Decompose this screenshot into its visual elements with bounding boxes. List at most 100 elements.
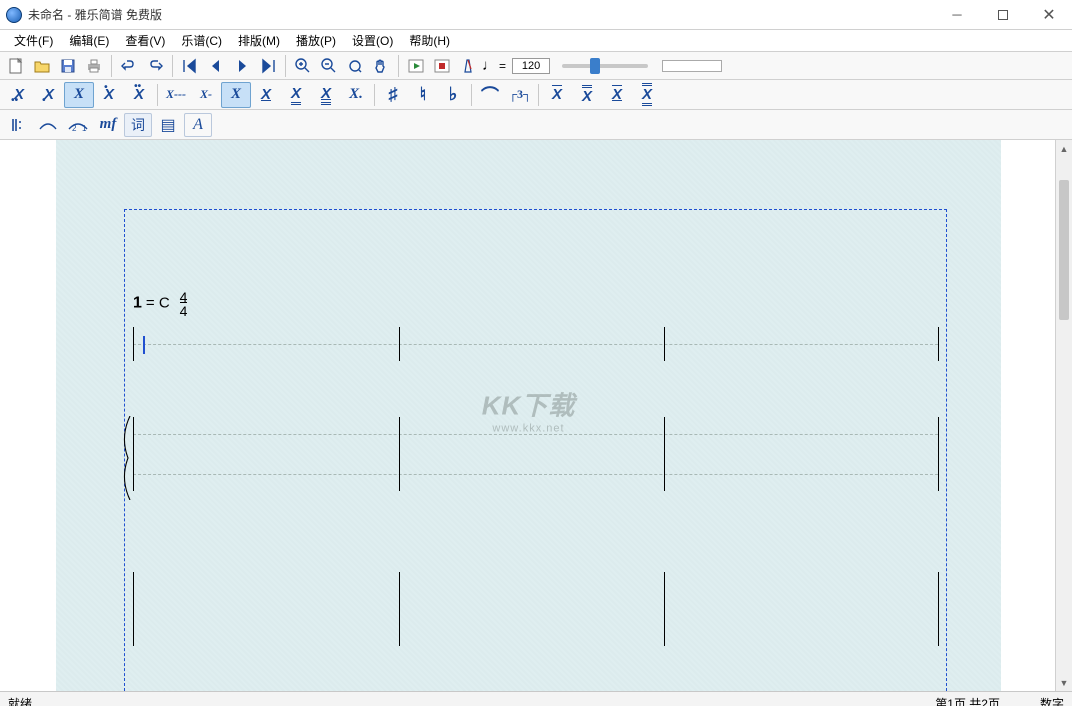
len-under3-button[interactable]: X: [311, 82, 341, 108]
toolbar-edit: 21 mf 词 ▤ A: [0, 110, 1072, 140]
text-block-button[interactable]: ▤: [154, 113, 182, 137]
menu-file[interactable]: 文件(F): [6, 30, 61, 51]
natural-button[interactable]: ♮: [408, 82, 438, 108]
menubar: 文件(F) 编辑(E) 查看(V) 乐谱(C) 排版(M) 播放(P) 设置(O…: [0, 30, 1072, 52]
tempo-slider-thumb[interactable]: [590, 58, 600, 74]
tie-button[interactable]: ⌒: [475, 82, 505, 108]
zoom-out-icon: [320, 57, 338, 75]
new-button[interactable]: [4, 54, 28, 78]
tempo-value-input[interactable]: 120: [512, 58, 550, 74]
dotted-button[interactable]: X.: [341, 82, 371, 108]
first-page-button[interactable]: [178, 54, 202, 78]
measure-row-1: [133, 324, 938, 374]
key-signature: 1 = C 44: [133, 290, 938, 318]
progress-indicator: [662, 60, 722, 72]
lyric-button[interactable]: 词: [124, 113, 152, 137]
zoom-fit-icon: [346, 57, 364, 75]
double-stack-button[interactable]: X: [602, 82, 632, 108]
score-canvas[interactable]: KK下载 www.kkx.net 1 = C 44: [56, 140, 1001, 691]
save-icon: [59, 57, 77, 75]
content-area: KK下载 www.kkx.net 1 = C 44: [0, 140, 1072, 691]
input-cursor: [143, 336, 145, 354]
toolbar-notation: X•• X• X X• X•• X--- X- X X X X X. ♯ ♮ ♭…: [0, 80, 1072, 110]
menu-layout[interactable]: 排版(M): [230, 30, 288, 51]
menu-help[interactable]: 帮助(H): [401, 30, 458, 51]
len-x-button[interactable]: X: [221, 82, 251, 108]
zoom-fit-button[interactable]: [343, 54, 367, 78]
multi-stack-button[interactable]: X: [632, 82, 662, 108]
measure-row-3: [133, 569, 938, 669]
play-icon: [407, 57, 425, 75]
slur-button[interactable]: [34, 113, 62, 137]
last-page-icon: [259, 57, 277, 75]
svg-text:1: 1: [82, 124, 87, 133]
last-page-button[interactable]: [256, 54, 280, 78]
menu-edit[interactable]: 编辑(E): [61, 30, 117, 51]
maximize-button[interactable]: [980, 0, 1026, 29]
text-a-button[interactable]: A: [184, 113, 212, 137]
triplet-button[interactable]: ┌3┐: [505, 82, 535, 108]
minimize-button[interactable]: ─: [934, 0, 980, 29]
window-title: 未命名 - 雅乐简谱 免费版: [28, 6, 162, 23]
pan-button[interactable]: [369, 54, 393, 78]
print-button[interactable]: [82, 54, 106, 78]
len-under2-button[interactable]: X: [281, 82, 311, 108]
grace-21-button[interactable]: 21: [64, 113, 92, 137]
new-file-icon: [7, 57, 25, 75]
grace-21-icon: 21: [67, 117, 89, 133]
undo-button[interactable]: [117, 54, 141, 78]
dur-sixteenth-button[interactable]: X••: [124, 82, 154, 108]
window-controls: ─ ✕: [934, 0, 1072, 29]
scroll-up-button[interactable]: ▲: [1056, 140, 1072, 157]
repeat-bar-icon: [9, 116, 27, 134]
hand-icon: [372, 57, 390, 75]
canvas-wrap: KK下载 www.kkx.net 1 = C 44: [0, 140, 1055, 691]
vertical-scrollbar[interactable]: ▲ ▼: [1055, 140, 1072, 691]
brace-icon: [120, 416, 132, 500]
close-button[interactable]: ✕: [1026, 0, 1072, 29]
dur-half-button[interactable]: X•: [34, 82, 64, 108]
zoom-in-icon: [294, 57, 312, 75]
len-under1-button[interactable]: X: [251, 82, 281, 108]
play-button[interactable]: [404, 54, 428, 78]
dynamics-mf-button[interactable]: mf: [94, 113, 122, 137]
stop-button[interactable]: [430, 54, 454, 78]
svg-text:2: 2: [72, 124, 77, 133]
redo-icon: [146, 57, 164, 75]
len-xd-button[interactable]: X-: [191, 82, 221, 108]
dur-whole-button[interactable]: X••: [4, 82, 34, 108]
measure-row-2: [133, 414, 938, 514]
open-button[interactable]: [30, 54, 54, 78]
next-page-button[interactable]: [230, 54, 254, 78]
prev-page-icon: [207, 57, 225, 75]
score-staff: 1 = C 44: [133, 290, 938, 669]
titlebar: 未命名 - 雅乐简谱 免费版 ─ ✕: [0, 0, 1072, 30]
prev-page-button[interactable]: [204, 54, 228, 78]
app-icon: [6, 7, 22, 23]
repeat-bar-button[interactable]: [4, 113, 32, 137]
next-page-icon: [233, 57, 251, 75]
menu-view[interactable]: 查看(V): [117, 30, 173, 51]
menu-score[interactable]: 乐谱(C): [173, 30, 230, 51]
dur-eighth-button[interactable]: X•: [94, 82, 124, 108]
flat-button[interactable]: ♭: [438, 82, 468, 108]
metronome-icon: [459, 57, 477, 75]
first-page-icon: [181, 57, 199, 75]
over1-button[interactable]: X: [542, 82, 572, 108]
save-button[interactable]: [56, 54, 80, 78]
dur-quarter-button[interactable]: X: [64, 82, 94, 108]
scroll-down-button[interactable]: ▼: [1056, 674, 1072, 691]
over2-button[interactable]: X: [572, 82, 602, 108]
metronome-button[interactable]: [456, 54, 480, 78]
toolbar-main: ♩ = 120: [0, 52, 1072, 80]
len-xddd-button[interactable]: X---: [161, 82, 191, 108]
redo-button[interactable]: [143, 54, 167, 78]
menu-settings[interactable]: 设置(O): [344, 30, 401, 51]
zoom-in-button[interactable]: [291, 54, 315, 78]
tempo-note-icon: ♩: [482, 57, 497, 74]
menu-play[interactable]: 播放(P): [288, 30, 344, 51]
sharp-button[interactable]: ♯: [378, 82, 408, 108]
scroll-thumb[interactable]: [1059, 180, 1069, 320]
zoom-out-button[interactable]: [317, 54, 341, 78]
tempo-slider[interactable]: [562, 64, 648, 68]
